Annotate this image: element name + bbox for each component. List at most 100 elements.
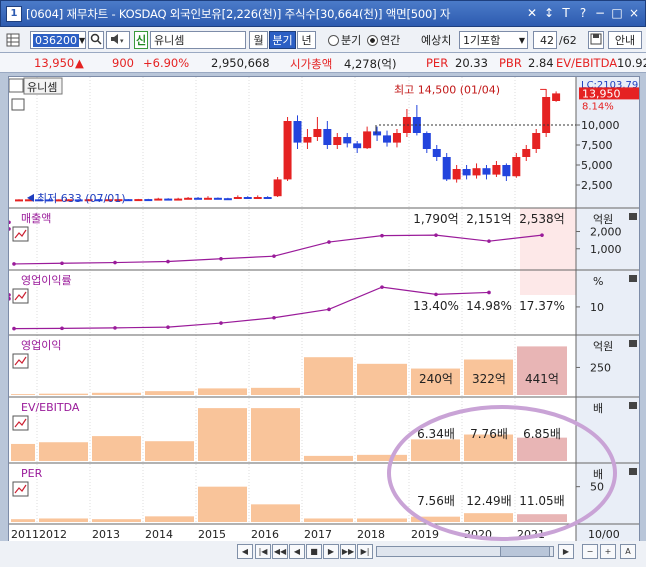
- scroll-fast-back-button[interactable]: ◀◀: [272, 544, 288, 559]
- candle: [164, 198, 173, 201]
- scroll-last-button[interactable]: ▶|: [357, 544, 373, 559]
- sound-button[interactable]: ▾: [106, 31, 130, 49]
- bar: [11, 443, 35, 461]
- value-label: 441억: [525, 372, 559, 386]
- bar: [304, 455, 353, 461]
- search-icon: [90, 33, 102, 48]
- unit-label: 배: [593, 468, 603, 481]
- scroll-right-button[interactable]: ▶: [558, 544, 574, 559]
- x-axis-end-label: 10/00: [588, 528, 620, 541]
- value-label: 240억: [419, 372, 453, 386]
- pin-button[interactable]: ✕: [525, 6, 539, 20]
- series-point: [540, 233, 544, 237]
- guide-button[interactable]: 안내: [608, 31, 642, 49]
- price-tag-label: 13,950: [582, 87, 621, 100]
- financial-chart[interactable]: 유니셈매출액영업이익률영업이익 EV/EBITDA PER 2,500 5,000 7,5…: [7, 77, 639, 541]
- candle: [552, 93, 561, 101]
- pct-label: 8.14%: [582, 101, 614, 112]
- bar: [145, 441, 194, 461]
- candle: [512, 157, 521, 177]
- radio-quarter-label: 분기: [341, 34, 362, 47]
- help-button[interactable]: ?: [576, 6, 590, 20]
- per-label: PER: [426, 56, 449, 70]
- fast-forward-button[interactable]: ▶▶: [340, 544, 356, 559]
- candle: [472, 168, 481, 176]
- candle: [323, 129, 332, 145]
- candle: [154, 198, 163, 201]
- zoom-out-button[interactable]: −: [582, 544, 598, 559]
- series-point: [380, 285, 384, 289]
- value-label: 14.98%: [466, 299, 512, 313]
- grid-menu-icon[interactable]: [6, 31, 20, 49]
- candle: [273, 179, 282, 197]
- bar: [357, 454, 407, 461]
- text-size-button[interactable]: A: [620, 544, 636, 559]
- series-point: [327, 240, 331, 244]
- title-bar: 1 [0604] 재무차트 - KOSDAQ 외국인보유[2,226(천)] 주…: [0, 0, 646, 27]
- zoom-in-button[interactable]: +: [600, 544, 616, 559]
- x-tick-label: 2011: [11, 528, 39, 541]
- forecast-label: 예상치: [421, 34, 452, 47]
- unit-label: 억원: [593, 340, 613, 353]
- bar: [11, 519, 35, 522]
- panel-close-icon: [629, 213, 637, 220]
- value-label: 17.37%: [519, 299, 565, 313]
- series-point: [272, 315, 276, 320]
- bar: [198, 486, 247, 522]
- period-year-button[interactable]: 년: [297, 31, 316, 49]
- x-tick-label: 2016: [251, 528, 279, 541]
- stop-button[interactable]: ■: [306, 544, 322, 559]
- candle: [482, 168, 491, 175]
- radio-quarter[interactable]: 분기: [328, 31, 361, 49]
- candle: [373, 131, 382, 136]
- new-listing-badge: 신: [134, 31, 148, 49]
- stock-name-field[interactable]: 유니셈: [150, 31, 246, 49]
- panel-title: 영업이익: [21, 339, 61, 352]
- candle: [203, 197, 212, 200]
- bar: [251, 504, 300, 522]
- market-cap-value: 4,278(억): [344, 57, 397, 71]
- candle: [392, 133, 401, 143]
- candle: [233, 197, 242, 199]
- play-button[interactable]: ▶: [323, 544, 339, 559]
- svg-text:▾: ▾: [120, 37, 124, 45]
- candle: [383, 135, 392, 143]
- current-price: 13,950: [34, 56, 75, 70]
- x-tick-label: 2015: [198, 528, 226, 541]
- resize-button[interactable]: ↕: [542, 6, 556, 20]
- price-info-bar: 13,950 ▲ 900 +6.90% 2,950,668 시가총액 4,278…: [0, 53, 646, 73]
- scroll-first-button[interactable]: |◀: [255, 544, 271, 559]
- period-month-button[interactable]: 월: [249, 31, 268, 49]
- font-button[interactable]: T: [559, 6, 573, 20]
- y-tick-label: 10: [590, 301, 604, 314]
- x-tick-label: 2012: [39, 528, 67, 541]
- candle: [462, 169, 471, 176]
- close-button[interactable]: ×: [627, 6, 641, 20]
- step-back-button[interactable]: ◀: [289, 544, 305, 559]
- maximize-button[interactable]: □: [610, 6, 624, 20]
- chevron-down-icon: ▼: [518, 35, 525, 45]
- forecast-select[interactable]: 1기포함 ▼: [459, 31, 528, 49]
- unit-label: 배: [593, 402, 603, 415]
- scrollbar-thumb[interactable]: [500, 546, 550, 557]
- series-point: [219, 321, 223, 325]
- radio-annual[interactable]: 연간: [367, 31, 400, 49]
- period-quarter-button[interactable]: 분기: [269, 31, 296, 49]
- candle: [353, 143, 362, 149]
- scroll-left-button[interactable]: ◀: [237, 544, 253, 559]
- series-point: [60, 326, 64, 331]
- candle: [174, 198, 183, 201]
- candle: [253, 197, 262, 199]
- search-button[interactable]: [88, 31, 104, 49]
- chart-area[interactable]: 유니셈 매출액 영업이익률 영업이익 EV/EBITDA PER 2,500 5,000 7,5…: [7, 76, 640, 542]
- page-input[interactable]: 42: [533, 31, 557, 49]
- candle: [223, 198, 232, 201]
- value-label: 13.40%: [413, 299, 459, 313]
- per-value: 20.33: [455, 56, 488, 70]
- series-point: [487, 290, 491, 295]
- minimize-button[interactable]: −: [593, 6, 607, 20]
- bar: [251, 387, 300, 395]
- stock-code-input[interactable]: 036200 ▼: [30, 31, 86, 49]
- candle: [303, 137, 312, 143]
- save-button[interactable]: [588, 31, 604, 49]
